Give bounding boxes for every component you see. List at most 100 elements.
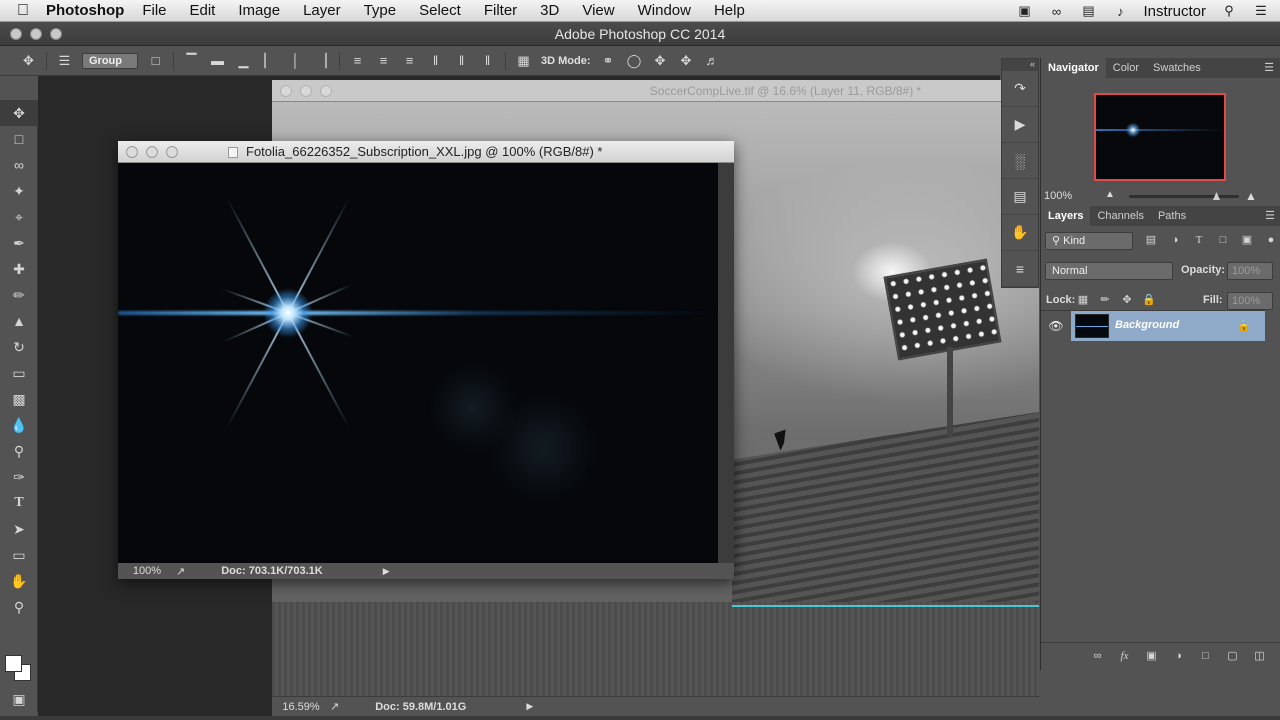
distribute-hcenter-icon[interactable]: ‖ [453,53,470,69]
histogram-icon[interactable]: ░ [1002,143,1038,179]
zoom-out-icon[interactable]: ▲ [1105,189,1115,200]
menu-layer[interactable]: Layer [303,2,341,19]
distribute-bottom-icon[interactable]: ≡ [401,53,418,69]
zoom-doc-button[interactable] [320,85,332,97]
foreground-color-swatch[interactable] [5,655,22,672]
3d-roll-icon[interactable]: ◯ [626,53,643,69]
3d-pan-icon[interactable]: ✥ [652,53,669,69]
delete-layer-trash-icon[interactable]: ◫ [1252,649,1267,664]
opacity-field[interactable]: 100% [1227,262,1273,280]
screen-icon[interactable]: ▤ [1079,3,1097,18]
navigator-zoom-slider[interactable] [1129,192,1239,200]
fill-field[interactable]: 100% [1227,292,1273,310]
display-icon[interactable]: ▣ [1015,3,1033,18]
flare-document-canvas[interactable] [118,163,718,563]
tab-paths[interactable]: Paths [1151,206,1193,226]
status-menu-arrow-icon[interactable]: ▶ [526,701,533,712]
new-group-folder-icon[interactable]: □ [1198,649,1213,664]
user-name[interactable]: Instructor [1143,3,1206,20]
menu-view[interactable]: View [582,2,614,19]
main-zoom-value[interactable]: 16.59% [272,701,330,713]
blur-tool[interactable]: 💧 [0,412,38,438]
panel-menu-icon[interactable]: ☰ [1264,61,1274,74]
3d-slide-icon[interactable]: ✥ [678,53,695,69]
navigator-zoom-value[interactable]: 100% [1044,190,1072,202]
layer-style-fx-icon[interactable]: fx [1117,649,1132,664]
shape-tool[interactable]: ▭ [0,542,38,568]
menu-window[interactable]: Window [638,2,691,19]
new-adjustment-icon[interactable]: ◑ [1171,649,1186,664]
move-tool[interactable]: ✥ [0,100,38,126]
close-doc-button[interactable] [126,146,138,158]
eraser-tool[interactable]: ▭ [0,360,38,386]
move-tool-icon[interactable]: ✥ [20,53,37,69]
eyedropper-tool[interactable]: ✒ [0,230,38,256]
search-icon[interactable]: ⚲ [1220,3,1238,18]
panel-menu-icon[interactable]: ☰ [1265,209,1275,222]
tab-navigator[interactable]: Navigator [1041,58,1106,78]
collapse-strip-icon[interactable]: « [1002,59,1038,71]
align-right-icon[interactable]: ▕ [313,53,330,69]
status-menu-arrow-icon[interactable]: ▶ [383,566,390,577]
sync-icon[interactable]: ∞ [1047,4,1065,19]
marquee-tool[interactable]: □ [0,126,38,152]
tool-presets-icon[interactable]: ✋ [1002,215,1038,251]
path-select-tool[interactable]: ➤ [0,516,38,542]
zoom-slider-handle[interactable] [1213,192,1220,200]
gradient-tool[interactable]: ▩ [0,386,38,412]
blend-mode-dropdown[interactable]: Normal [1045,262,1173,280]
auto-select-dropdown[interactable]: Group [82,52,138,69]
filter-toggle-icon[interactable]: ● [1263,232,1279,248]
layer-row[interactable]: 👁 Background 🔒 [1041,310,1265,341]
hand-tool[interactable]: ✋ [0,568,38,594]
distribute-left-icon[interactable]: ‖ [427,53,444,69]
menu-filter[interactable]: Filter [484,2,517,19]
menu-edit[interactable]: Edit [190,2,216,19]
pen-tool[interactable]: ✑ [0,464,38,490]
filter-type-icon[interactable]: T [1191,232,1207,248]
crop-tool[interactable]: ⌖ [0,204,38,230]
lock-all-icon[interactable]: 🔒 [1141,292,1157,308]
menu-3d[interactable]: 3D [540,2,559,19]
share-icon[interactable]: ↗ [176,565,185,578]
type-tool[interactable]: T [0,490,38,516]
adjustments-icon[interactable]: ≡ [1002,251,1038,287]
history-brush-tool[interactable]: ↻ [0,334,38,360]
menu-app-photoshop[interactable]: Photoshop [46,2,124,19]
filter-shape-icon[interactable]: □ [1215,232,1231,248]
align-top-icon[interactable]: ▔ [183,53,200,69]
tab-layers[interactable]: Layers [1041,206,1091,226]
tab-swatches[interactable]: Swatches [1146,58,1208,78]
layer-name[interactable]: Background [1115,319,1179,331]
main-document-titlebar[interactable]: SoccerCompLive.tif @ 16.6% (Layer 11, RG… [272,80,1039,102]
minimize-doc-button[interactable] [300,85,312,97]
apple-icon[interactable]:  [0,2,46,20]
quick-select-tool[interactable]: ✦ [0,178,38,204]
menu-help[interactable]: Help [714,2,745,19]
history-icon[interactable]: ↷ [1002,71,1038,107]
3d-scale-icon[interactable]: ♬ [704,53,721,69]
lock-pixels-icon[interactable]: ✏ [1097,292,1113,308]
flare-zoom-value[interactable]: 100% [118,565,176,577]
distribute-top-icon[interactable]: ≡ [349,53,366,69]
volume-icon[interactable]: ♪ [1111,4,1129,19]
tab-channels[interactable]: Channels [1090,206,1150,226]
zoom-doc-button[interactable] [166,146,178,158]
layers-stack-icon[interactable]: ☰ [56,53,73,69]
properties-icon[interactable]: ▤ [1002,179,1038,215]
add-mask-icon[interactable]: ▣ [1144,649,1159,664]
flare-vertical-scrollbar[interactable] [718,163,734,563]
list-icon[interactable]: ☰ [1252,3,1270,18]
new-layer-icon[interactable]: ▢ [1225,649,1240,664]
filter-smart-object-icon[interactable]: ▣ [1239,232,1255,248]
filter-kind-dropdown[interactable]: ⚲ Kind [1045,232,1133,250]
navigator-thumbnail[interactable] [1094,93,1226,181]
brush-tool[interactable]: ✏ [0,282,38,308]
zoom-tool[interactable]: ⚲ [0,594,38,620]
auto-align-icon[interactable]: ▦ [515,53,532,69]
menu-type[interactable]: Type [364,2,397,19]
3d-orbit-icon[interactable]: ⚭ [600,53,617,69]
link-layers-icon[interactable]: ∞ [1090,649,1105,664]
flare-document-titlebar[interactable]: Fotolia_66226352_Subscription_XXL.jpg @ … [118,141,734,163]
transform-controls-icon[interactable]: □ [147,53,164,69]
